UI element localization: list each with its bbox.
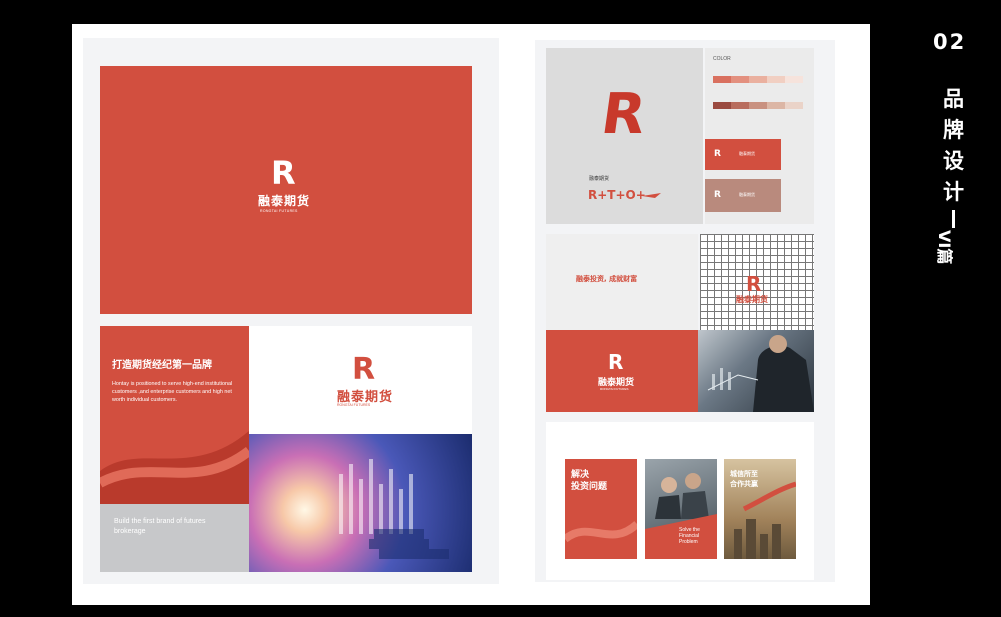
- panel-logo-letter: R: [608, 350, 624, 374]
- swatch: [767, 102, 785, 109]
- swatch: [767, 76, 785, 83]
- swatch-row-1: [713, 76, 807, 84]
- slogan-card: Build the first brand of futures brokera…: [100, 504, 249, 572]
- poster-city: 城信所至 合作共赢: [724, 459, 796, 559]
- color-label: COLOR: [713, 56, 731, 62]
- title-dash-line: [952, 210, 955, 228]
- english-slogan: Build the first brand of futures brokera…: [114, 518, 206, 535]
- ribbon-graphic: [100, 431, 249, 504]
- swatch: [785, 76, 803, 83]
- logo-card: R 融泰期货 RONGTAI FUTURES: [249, 326, 472, 434]
- swatch: [785, 102, 803, 109]
- swatch: [731, 76, 749, 83]
- tagline-card: 打造期货经纪第一品牌 Hontay is positioned to serve…: [100, 326, 249, 504]
- logo-3d-letter: R: [597, 82, 650, 147]
- poster-subtitle: Solve the Financial Problem: [679, 527, 700, 545]
- panel-logo-en: RONGTAI FUTURES: [600, 387, 629, 391]
- poster-title: 解决 投资问题: [571, 470, 608, 492]
- poster-city-graphic: [734, 481, 796, 559]
- businessman-photo: [698, 330, 814, 412]
- business-card-brown: R 融泰期货: [705, 179, 781, 212]
- title-char-3: 设: [943, 149, 964, 173]
- card-label: 融泰期货: [739, 192, 755, 197]
- poster-red: 解决 投资问题: [565, 459, 637, 559]
- title-char-2: 牌: [943, 118, 964, 142]
- businessman-graphic: [707, 335, 814, 412]
- title-char-1: 品: [943, 87, 964, 111]
- card-label: 融泰期货: [739, 151, 755, 156]
- swatch: [713, 102, 731, 109]
- brand-small-label: 融泰期货: [589, 176, 610, 182]
- logo-letter-red: R: [352, 352, 376, 387]
- brand-name-en: RONGTAI FUTURES: [260, 209, 298, 213]
- red-logo-panel: R 融泰期货 RONGTAI FUTURES: [546, 330, 698, 412]
- color-spec-card: COLOR R 融泰期货 R 融泰期货: [705, 48, 814, 224]
- finance-photo: [249, 434, 472, 572]
- swatch: [713, 76, 731, 83]
- brand-name-en-red: RONGTAI FUTURES: [337, 403, 371, 407]
- slogan-text: 融泰投资, 成就财富: [576, 275, 638, 283]
- swatch: [749, 102, 767, 109]
- title-sub: VI篇: [935, 230, 954, 265]
- swatch: [749, 76, 767, 83]
- rto-formula: R+T+O+: [588, 188, 646, 202]
- slogan-panel: 融泰投资, 成就财富: [546, 234, 698, 330]
- chart-bars-graphic: [339, 459, 449, 559]
- logo-3d-card: R 融泰期货 R+T+O+: [546, 48, 703, 224]
- description: Hontay is positioned to serve high-end i…: [112, 381, 233, 403]
- grid-logo-letter: R: [746, 272, 762, 296]
- card-logo-letter: R: [714, 149, 721, 159]
- title-char-4: 计: [943, 180, 964, 204]
- swatch-row-2: [713, 102, 807, 110]
- tagline: 打造期货经纪第一品牌: [112, 360, 212, 371]
- grid-logo-cn: 融泰期货: [736, 295, 768, 304]
- logo-letter: R: [271, 154, 296, 192]
- plane-icon: [642, 193, 661, 198]
- logo-grid: R 融泰期货: [700, 234, 814, 330]
- brand-name-cn: 融泰期货: [258, 194, 311, 208]
- card-logo-letter: R: [714, 190, 721, 200]
- poster-businessmen: Solve the Financial Problem: [645, 459, 717, 559]
- business-card-red: R 融泰期货: [705, 139, 781, 170]
- poster-ribbon: [565, 520, 637, 543]
- section-number: 02: [933, 30, 967, 54]
- swatch: [731, 102, 749, 109]
- hero-red-banner: R 融泰期货 RONGTAI FUTURES: [100, 66, 472, 314]
